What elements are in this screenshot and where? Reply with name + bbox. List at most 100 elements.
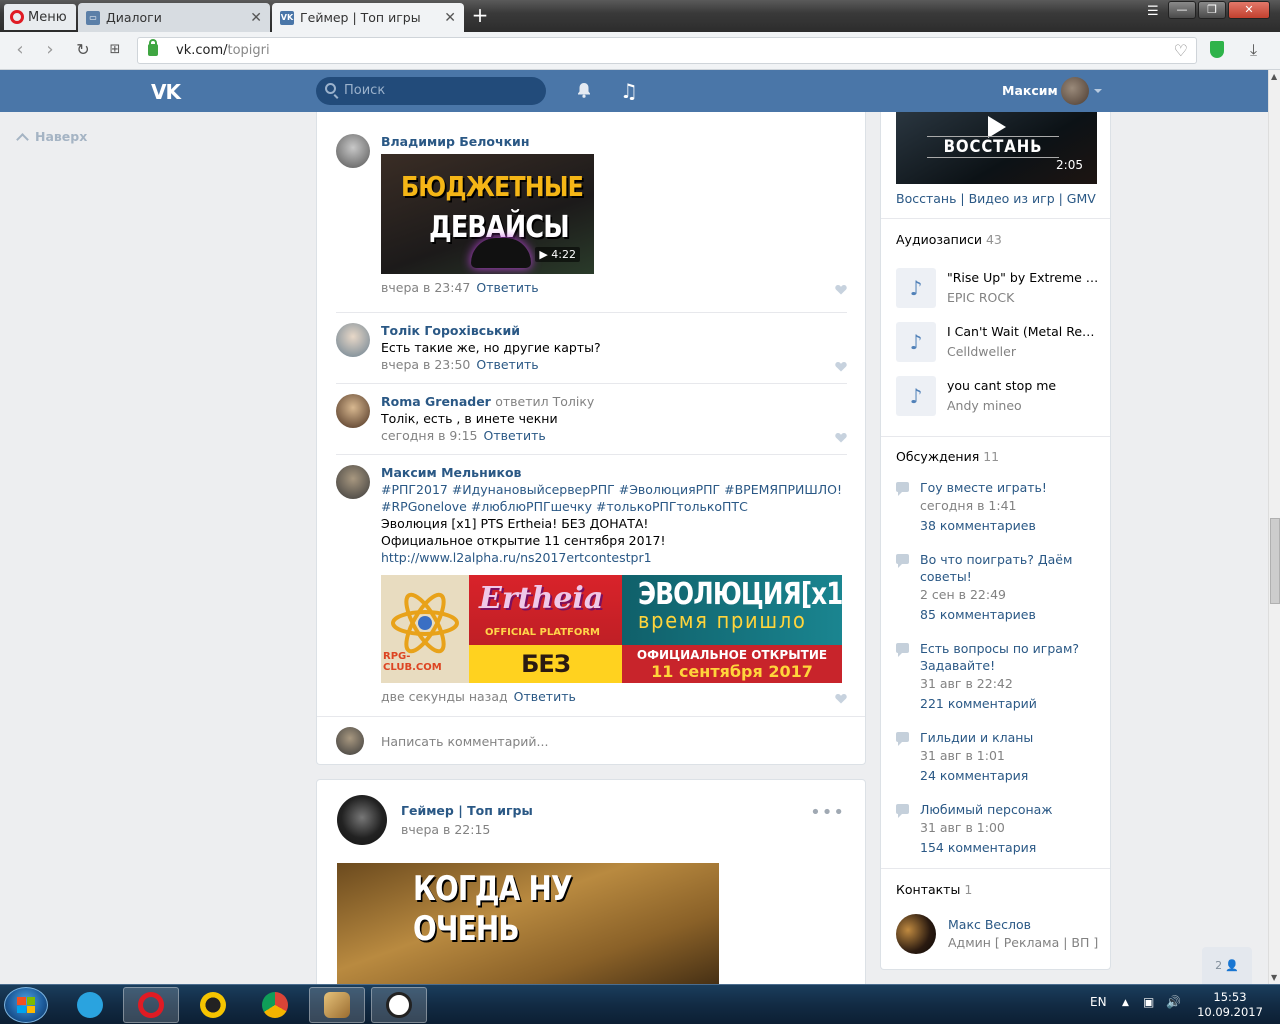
system-clock[interactable]: 15:53 10.09.2017 [1195,990,1265,1020]
search-input[interactable]: Поиск [316,77,546,105]
write-comment-field[interactable]: Написать комментарий... [336,727,847,755]
bookmark-heart-icon[interactable]: ♡ [1174,41,1188,60]
taskbar-telegram[interactable] [62,987,118,1023]
replied-to[interactable]: ответил Толіку [495,394,594,409]
page-scrollbar[interactable]: ▲ ▼ [1268,70,1280,984]
maximize-button[interactable]: ❐ [1198,1,1226,19]
current-user-name[interactable]: Максим [1002,83,1058,98]
like-heart-icon[interactable] [835,361,847,372]
discussion-title[interactable]: Есть вопросы по играм? Задавайте! [920,640,1100,674]
taskbar-aimp[interactable] [185,987,241,1023]
scroll-to-top-button[interactable]: Наверх [16,129,87,146]
taskbar-paint[interactable] [309,987,365,1023]
music-note-icon[interactable]: ♫ [620,79,638,103]
music-note-icon[interactable]: ♪ [896,376,936,416]
contact-avatar[interactable] [896,914,936,954]
audio-item[interactable]: ♪ I Can't Wait (Metal Revisi... Celldwel… [896,322,1101,362]
adblock-shield-icon[interactable] [1210,41,1224,58]
discussions-section-header[interactable]: Обсуждения 11 [896,449,999,464]
comment-date[interactable]: две секунды назад [381,689,508,704]
hashtags-line[interactable]: #RPGonelove #люблюРПГшечку #толькоРПГтол… [381,498,847,515]
scrollbar-thumb[interactable] [1270,518,1280,604]
discussion-title[interactable]: Любимый персонаж [920,801,1100,818]
like-heart-icon[interactable] [835,284,847,295]
tab-close-icon[interactable]: ✕ [250,10,262,26]
discussion-title[interactable]: Во что поиграть? Даём советы! [920,551,1100,585]
video-thumbnail[interactable]: БЮДЖЕТНЫЕ ДЕВАЙСЫ ▶ 4:22 [381,154,594,274]
audio-artist[interactable]: Andy mineo [947,398,1022,413]
audio-artist[interactable]: EPIC ROCK [947,290,1014,305]
minimize-button[interactable]: — [1168,1,1196,19]
post-image[interactable]: КОГДА НУ ОЧЕНЬ [337,863,719,988]
vk-logo-icon[interactable]: VK [151,80,181,104]
group-avatar[interactable] [337,795,387,845]
tab-gamer[interactable]: VK Геймер | Топ игры ✕ [272,3,464,32]
volume-icon[interactable]: 🔊 [1166,995,1181,1009]
reply-link[interactable]: Ответить [514,689,576,704]
hashtags-line[interactable]: #РПГ2017 #ИдунановыйсерверРПГ #ЭволюцияР… [381,481,847,498]
reply-link[interactable]: Ответить [476,357,538,372]
audio-artist[interactable]: Celldweller [947,344,1016,359]
tab-close-icon[interactable]: ✕ [444,10,456,26]
tray-expand-icon[interactable]: ▲ [1122,998,1129,1008]
network-icon[interactable]: ▣ [1143,995,1154,1009]
video-caption[interactable]: Восстань | Видео из игр | GMV [896,191,1096,206]
commenter-avatar[interactable] [336,323,370,357]
new-tab-button[interactable]: + [470,5,490,26]
url-field[interactable]: vk.com/topigri ♡ [137,37,1197,64]
comment-date[interactable]: сегодня в 9:15 [381,428,478,443]
discussion-comments[interactable]: 85 комментариев [920,607,1036,622]
commenter-avatar[interactable] [336,134,370,168]
contact-name[interactable]: Макс Веслов [948,917,1031,932]
start-button[interactable] [4,987,48,1023]
back-icon[interactable]: ‹ [10,41,30,61]
discussion-title[interactable]: Гильдии и кланы [920,729,1100,746]
post-menu-icon[interactable]: ••• [810,802,845,823]
external-link[interactable]: http://www.l2alpha.ru/ns2017ertcontestpr… [381,549,847,566]
downloads-icon[interactable]: ⤓ [1250,40,1257,60]
commenter-avatar[interactable] [336,394,370,428]
input-language[interactable]: EN [1090,995,1107,1009]
discussion-comments[interactable]: 38 комментариев [920,518,1036,533]
audio-item[interactable]: ♪ you cant stop me Andy mineo [896,376,1101,416]
discussion-title[interactable]: Гоу вместе играть! [920,479,1100,496]
comment-author[interactable]: Толік Горохівський [381,323,847,338]
audio-item[interactable]: ♪ "Rise Up" by Extreme Mus... EPIC ROCK [896,268,1101,308]
taskbar-ubisoft[interactable] [371,987,427,1023]
opera-menu-button[interactable]: Меню [4,4,76,30]
comment-date[interactable]: вчера в 23:50 [381,357,470,372]
discussion-comments[interactable]: 24 комментария [920,768,1028,783]
speed-dial-icon[interactable]: ⊞ [105,41,125,61]
music-note-icon[interactable]: ♪ [896,322,936,362]
group-video-thumbnail[interactable]: ВОССТАНЬ 2:05 [896,112,1097,184]
forward-icon[interactable]: › [40,41,60,61]
taskbar-chrome[interactable] [247,987,303,1023]
like-heart-icon[interactable] [835,432,847,443]
audio-section-header[interactable]: Аудиозаписи 43 [896,232,1002,247]
like-heart-icon[interactable] [835,693,847,704]
discussion-comments[interactable]: 154 комментария [920,840,1036,855]
chevron-down-icon[interactable] [1094,89,1102,93]
commenter-avatar[interactable] [336,465,370,499]
tab-dialogs[interactable]: ▭ Диалоги ✕ [78,3,270,32]
post-date[interactable]: вчера в 22:15 [401,822,490,837]
taskbar-opera[interactable] [123,987,179,1023]
comment-date[interactable]: вчера в 23:47 [381,280,470,295]
close-window-button[interactable]: ✕ [1228,1,1270,19]
tab-menu-icon[interactable]: ☰ [1147,4,1165,19]
reply-link[interactable]: Ответить [484,428,546,443]
promo-banner-image[interactable]: RPG-CLUB.COM Ertheia OFFICIAL PLATFORM Б… [381,575,842,683]
scroll-down-arrow-icon[interactable]: ▼ [1271,973,1277,982]
comment-author[interactable]: Владимир Белочкин [381,134,847,149]
notifications-bell-icon[interactable] [576,82,592,98]
current-user-avatar[interactable] [1061,77,1089,105]
scroll-up-arrow-icon[interactable]: ▲ [1271,72,1277,81]
reload-icon[interactable]: ↻ [73,41,93,61]
contacts-section-header[interactable]: Контакты 1 [896,882,972,897]
music-note-icon[interactable]: ♪ [896,268,936,308]
reply-link[interactable]: Ответить [476,280,538,295]
post-group-name[interactable]: Геймер | Топ игры [401,803,533,818]
comment-author[interactable]: Максим Мельников [381,465,847,480]
discussion-comments[interactable]: 221 комментарий [920,696,1037,711]
friends-online-button[interactable]: 2 👤 [1202,947,1252,984]
